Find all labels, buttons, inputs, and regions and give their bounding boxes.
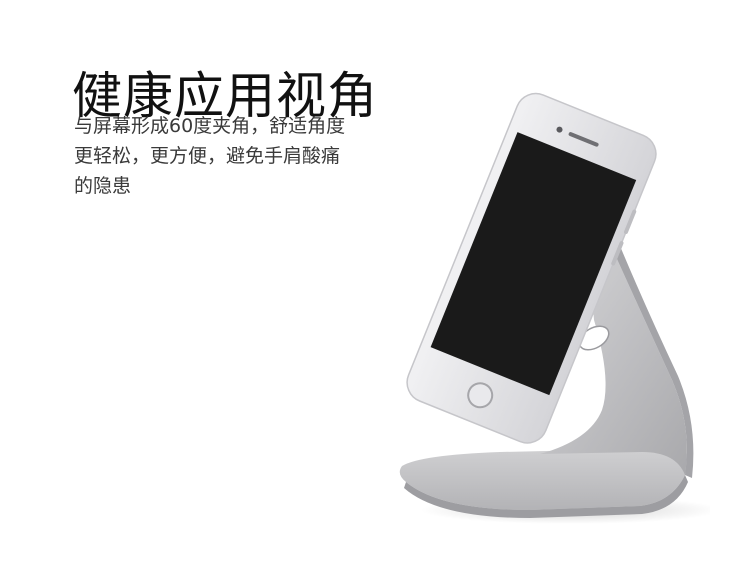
description-line: 的隐患	[74, 175, 132, 197]
description-line: 更轻松，更方便，避免手肩酸痛	[74, 145, 341, 167]
phone-on-stand-illustration	[399, 92, 710, 524]
description-line: 与屏幕形成60度夹角，舒适角度	[74, 115, 346, 137]
description: 与屏幕形成60度夹角，舒适角度 更轻松，更方便，避免手肩酸痛 的隐患	[74, 111, 394, 201]
